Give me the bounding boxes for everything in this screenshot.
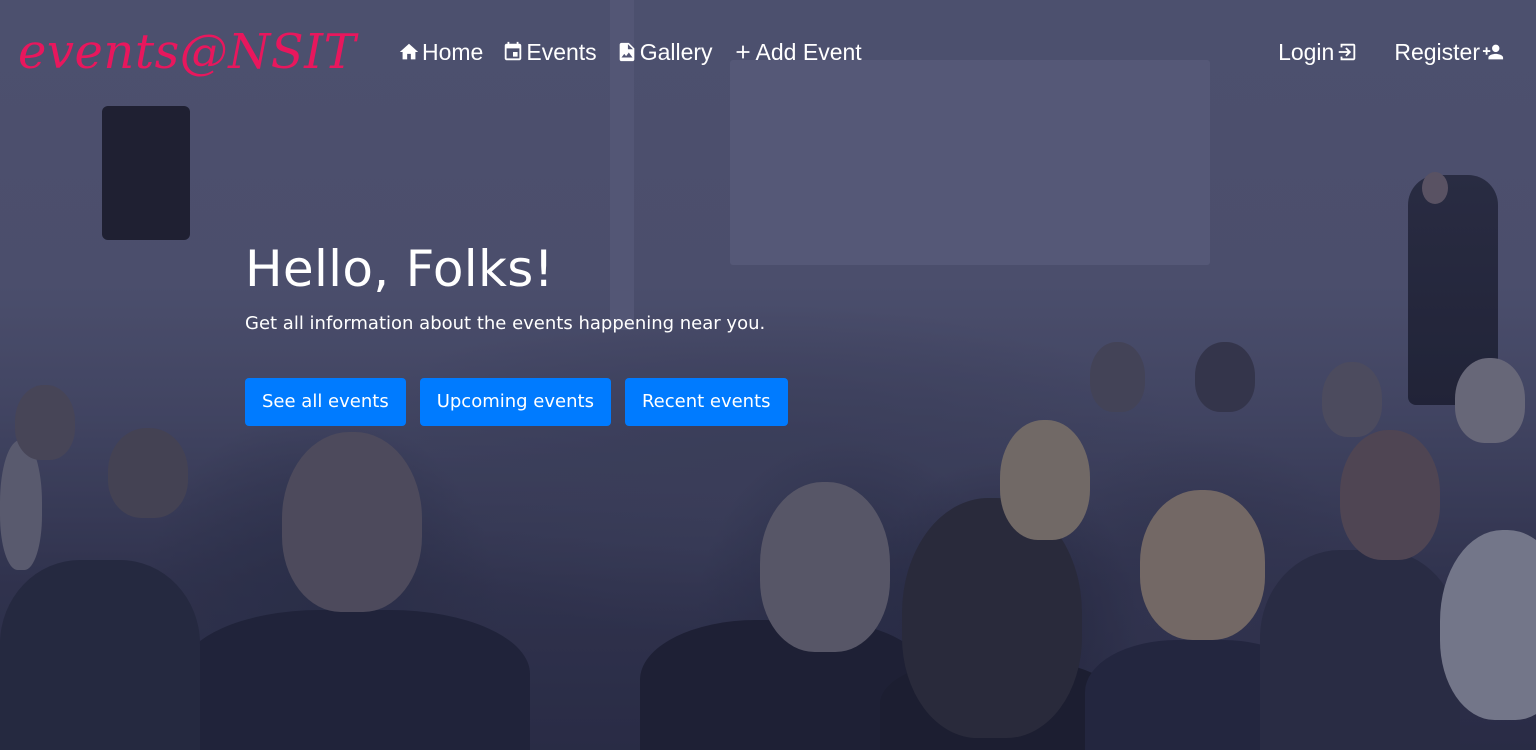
nav-gallery-label: Gallery: [639, 39, 713, 65]
plus-icon: [732, 41, 754, 63]
nav-login-link[interactable]: Login: [1278, 38, 1358, 66]
image-file-icon: [616, 41, 638, 63]
nav-add-event-label: Add Event: [755, 39, 862, 65]
hero-content: Hello, Folks! Get all information about …: [245, 236, 788, 426]
nav-login-label: Login: [1278, 39, 1335, 65]
hero-buttons: See all events Upcoming events Recent ev…: [245, 378, 788, 426]
nav-home-label: Home: [422, 39, 484, 65]
nav-events-link[interactable]: Events: [502, 38, 597, 66]
hero-section: events@NSIT Home Events Gallery Add Even…: [0, 0, 1536, 750]
login-icon: [1336, 41, 1358, 63]
upcoming-events-button[interactable]: Upcoming events: [419, 378, 611, 426]
see-all-events-button[interactable]: See all events: [245, 378, 406, 426]
brand-logo[interactable]: events@NSIT: [18, 24, 356, 80]
nav-register-label: Register: [1394, 39, 1480, 65]
calendar-icon: [502, 41, 524, 63]
home-icon: [398, 41, 420, 63]
nav-home-link[interactable]: Home: [398, 38, 483, 66]
nav-register-link[interactable]: Register: [1394, 38, 1504, 66]
nav-events-label: Events: [526, 39, 597, 65]
hero-title: Hello, Folks!: [245, 240, 554, 298]
nav-add-event-link[interactable]: Add Event: [732, 38, 862, 66]
nav-gallery-link[interactable]: Gallery: [616, 38, 713, 66]
hero-subtitle: Get all information about the events hap…: [245, 313, 766, 334]
nav-auth-links: Login Register: [1278, 38, 1504, 66]
add-user-icon: [1482, 41, 1504, 63]
recent-events-button[interactable]: Recent events: [624, 378, 788, 426]
navbar: events@NSIT Home Events Gallery Add Even…: [0, 0, 1536, 100]
nav-links: Home Events Gallery Add Event: [398, 38, 862, 66]
